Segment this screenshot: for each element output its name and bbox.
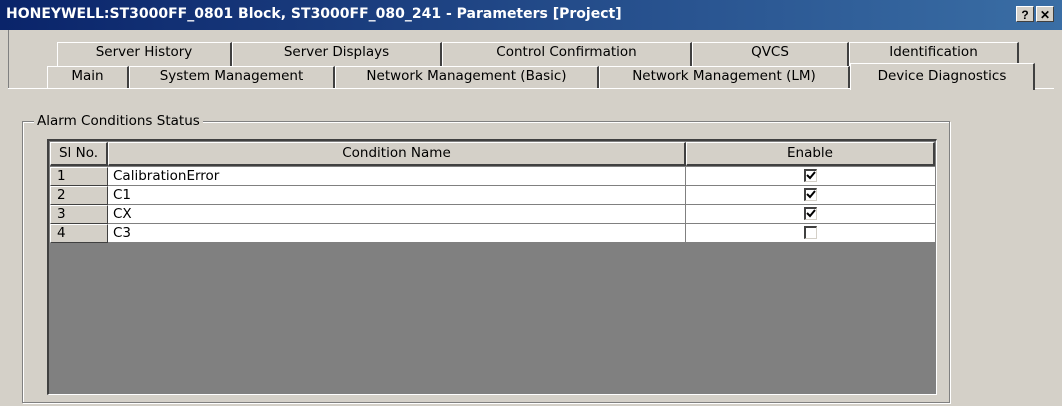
- title-bar[interactable]: HONEYWELL:ST3000FF_0801 Block, ST3000FF_…: [0, 0, 1062, 30]
- tab-device-diagnostics[interactable]: Device Diagnostics: [850, 63, 1035, 90]
- help-button[interactable]: ?: [1016, 6, 1034, 22]
- condition-name-cell[interactable]: C1: [108, 186, 686, 205]
- tab-network-management-lm[interactable]: Network Management (LM): [599, 66, 850, 88]
- tab-control-confirmation[interactable]: Control Confirmation: [442, 42, 692, 66]
- condition-name-cell[interactable]: C3: [108, 224, 686, 243]
- tab-server-displays[interactable]: Server Displays: [232, 42, 442, 66]
- enable-cell: [686, 186, 935, 205]
- column-header-condition-name[interactable]: Condition Name: [108, 142, 686, 166]
- enable-checkbox[interactable]: [804, 188, 817, 201]
- condition-name-cell[interactable]: CalibrationError: [108, 167, 686, 186]
- tab-network-management-basic[interactable]: Network Management (Basic): [335, 66, 599, 88]
- enable-cell: [686, 167, 935, 186]
- tab-system-management[interactable]: System Management: [129, 66, 335, 88]
- column-header-enable[interactable]: Enable: [686, 142, 935, 166]
- close-button[interactable]: ✕: [1036, 6, 1054, 22]
- tab-main[interactable]: Main: [47, 66, 129, 88]
- column-header-sl-no[interactable]: Sl No.: [50, 142, 108, 166]
- enable-checkbox[interactable]: [804, 169, 817, 182]
- tab-qvcs[interactable]: QVCS: [692, 42, 849, 66]
- row-number[interactable]: 1: [50, 167, 108, 186]
- tab-server-history[interactable]: Server History: [57, 42, 232, 66]
- row-number[interactable]: 2: [50, 186, 108, 205]
- row-number[interactable]: 4: [50, 224, 108, 243]
- enable-checkbox[interactable]: [804, 226, 817, 239]
- condition-name-cell[interactable]: CX: [108, 205, 686, 224]
- row-number[interactable]: 3: [50, 205, 108, 224]
- check-mark-icon: [806, 209, 816, 218]
- enable-cell: [686, 205, 935, 224]
- enable-checkbox[interactable]: [804, 207, 817, 220]
- enable-cell: [686, 224, 935, 243]
- check-mark-icon: [806, 171, 816, 180]
- group-label: Alarm Conditions Status: [34, 113, 203, 129]
- window-title: HONEYWELL:ST3000FF_0801 Block, ST3000FF_…: [6, 6, 622, 22]
- check-mark-icon: [806, 190, 816, 199]
